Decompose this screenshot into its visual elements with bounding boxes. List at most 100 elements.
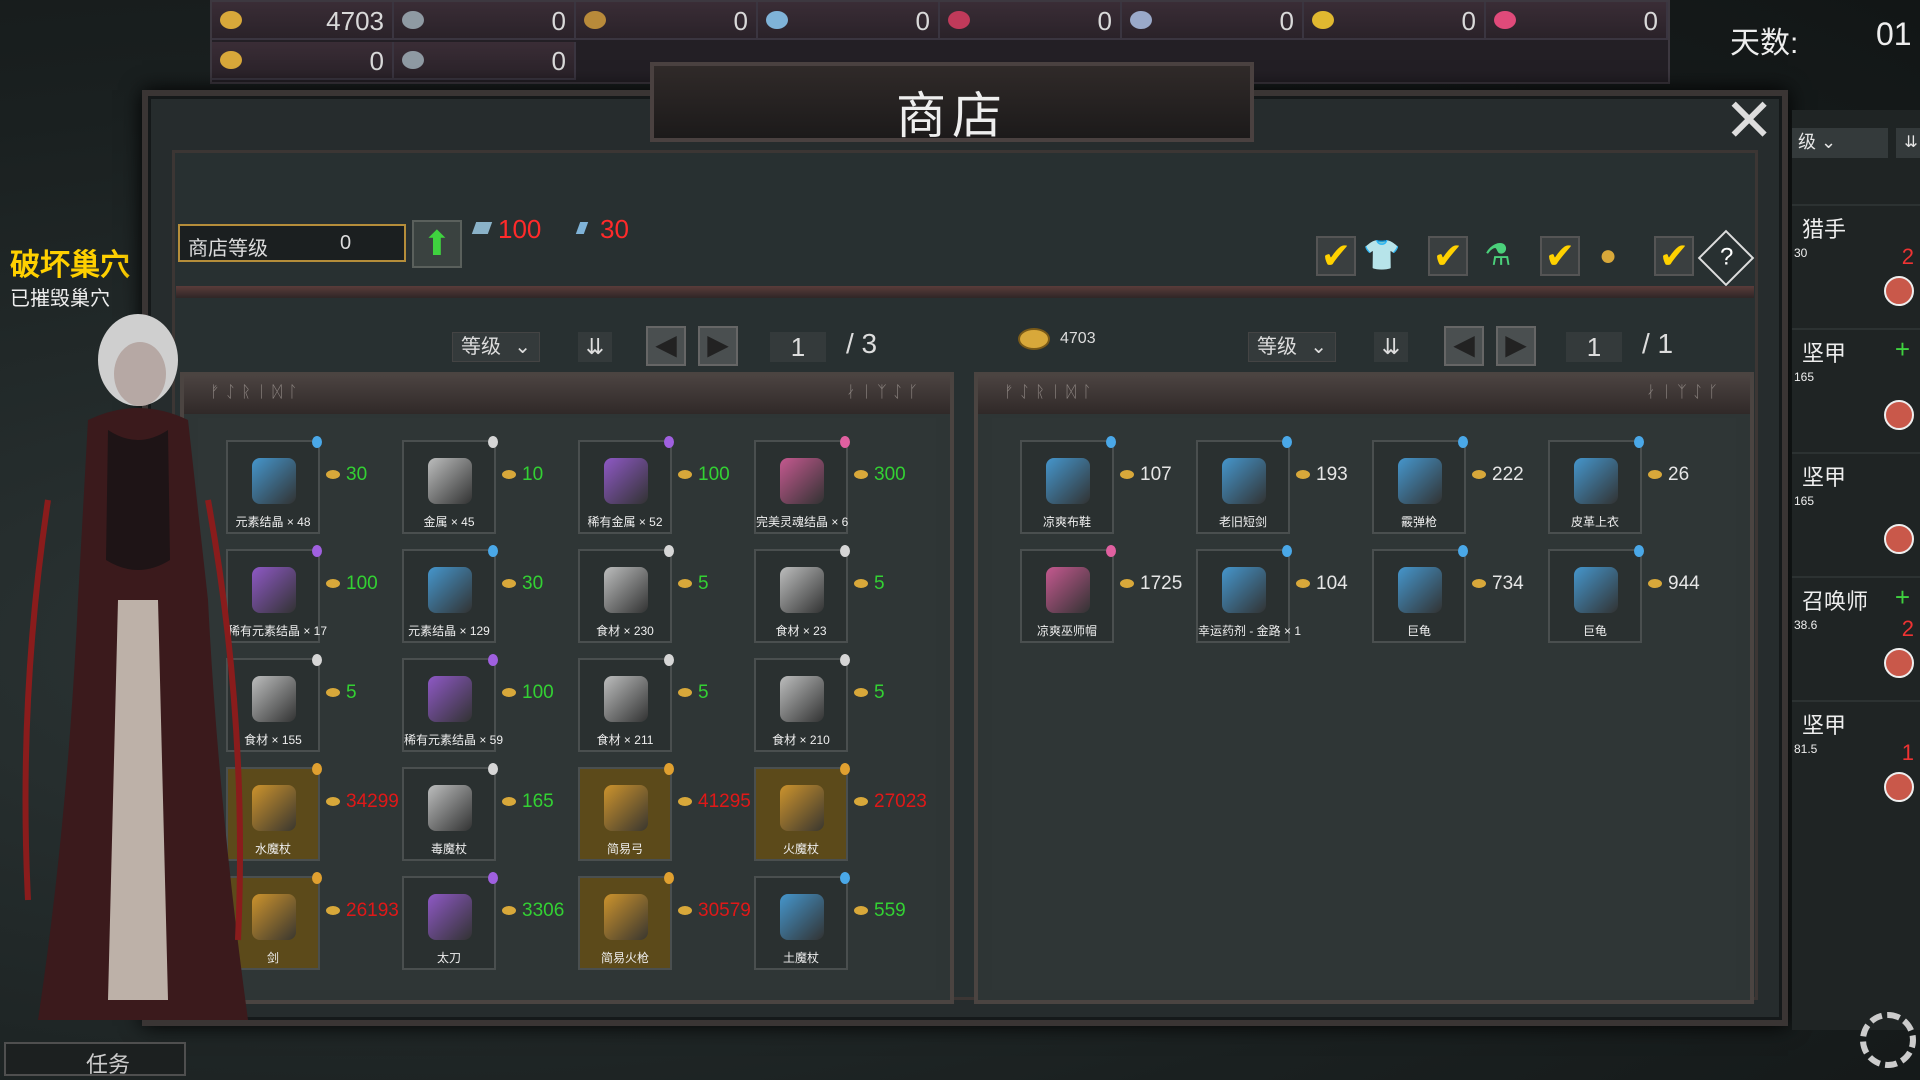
item-slot[interactable]: 火魔杖 bbox=[754, 763, 850, 861]
task-button[interactable]: 任务 bbox=[4, 1042, 186, 1077]
left-prev-page-button[interactable]: ◀ bbox=[646, 326, 686, 366]
element-crystal-icon bbox=[766, 11, 788, 29]
resource-slot: 0 bbox=[576, 2, 758, 40]
rune-decoration: ᛅᛁᛉᛇᚴ bbox=[845, 384, 924, 401]
portrait-icon bbox=[1884, 400, 1914, 430]
item-slot[interactable]: 老旧短剑 bbox=[1196, 436, 1292, 534]
sidebar-sort-order-button[interactable]: ⇊ bbox=[1896, 128, 1920, 158]
gold-coin-icon bbox=[854, 797, 868, 807]
item-icon bbox=[780, 458, 824, 504]
close-button[interactable]: ✕ bbox=[1724, 91, 1774, 151]
item-name: 食材 × 23 bbox=[775, 624, 827, 638]
item-price: 944 bbox=[1648, 573, 1700, 595]
gold-coin-icon: ● bbox=[1598, 239, 1618, 272]
right-next-page-button[interactable]: ▶ bbox=[1496, 326, 1536, 366]
item-slot[interactable]: 简易弓 bbox=[578, 763, 674, 861]
item-slot[interactable]: 凉爽布鞋 bbox=[1020, 436, 1116, 534]
item-price: 30579 bbox=[678, 900, 751, 922]
filter-material-toggle[interactable]: ✔ bbox=[1540, 236, 1580, 276]
resource-value: 0 bbox=[1097, 6, 1112, 36]
add-icon: + bbox=[1894, 334, 1910, 364]
item-slot[interactable]: 土魔杖 bbox=[754, 872, 850, 970]
item-name: 巨龟 bbox=[1582, 624, 1607, 638]
gold-coin-icon bbox=[1648, 579, 1662, 589]
item-icon bbox=[1046, 458, 1090, 504]
rarity-gem-icon bbox=[488, 436, 498, 448]
item-slot[interactable]: 简易火枪 bbox=[578, 872, 674, 970]
rarity-gem-icon bbox=[664, 872, 674, 884]
item-slot[interactable]: 毒魔杖 bbox=[402, 763, 498, 861]
right-sort-label: 等级 bbox=[1257, 336, 1297, 358]
panel-header: ᚠᛇᚱᛁᛞᛚ ᛅᛁᛉᛇᚴ bbox=[978, 376, 1750, 414]
item-price: 5 bbox=[854, 682, 885, 704]
left-sort-select[interactable]: 等级 ⌄ bbox=[452, 332, 540, 362]
sidebar-sort-select[interactable]: 级 ⌄ bbox=[1792, 128, 1888, 158]
rarity-gem-icon bbox=[488, 545, 498, 557]
item-slot[interactable]: 皮革上衣 bbox=[1548, 436, 1644, 534]
party-member-card[interactable]: 坚甲 165 + bbox=[1792, 328, 1920, 442]
item-price-value: 30579 bbox=[698, 900, 751, 921]
rarity-gem-icon bbox=[1282, 436, 1292, 448]
item-name: 火魔杖 bbox=[782, 842, 819, 856]
upgrade-cost-metal: 100 bbox=[498, 214, 542, 244]
item-price-value: 10 bbox=[522, 464, 544, 485]
food-icon bbox=[220, 51, 242, 69]
right-prev-page-button[interactable]: ◀ bbox=[1444, 326, 1484, 366]
item-icon bbox=[604, 567, 648, 613]
item-slot[interactable]: 稀有金属 × 52 bbox=[578, 436, 674, 534]
item-slot[interactable]: 元素结晶 × 129 bbox=[402, 545, 498, 643]
rarity-gem-icon bbox=[664, 654, 674, 666]
item-price-value: 30 bbox=[346, 464, 368, 485]
item-slot[interactable]: 食材 × 23 bbox=[754, 545, 850, 643]
item-slot[interactable]: 金属 × 45 bbox=[402, 436, 498, 534]
filter-potion-toggle[interactable]: ✔ bbox=[1428, 236, 1468, 276]
item-price-value: 104 bbox=[1316, 573, 1348, 594]
sidebar-sort-label: 级 bbox=[1798, 132, 1816, 152]
right-sort-order-button[interactable]: ⇊ bbox=[1374, 332, 1408, 362]
item-price: 165 bbox=[502, 791, 554, 813]
item-price-value: 165 bbox=[522, 791, 554, 812]
item-slot[interactable]: 霰弹枪 bbox=[1372, 436, 1468, 534]
item-slot[interactable]: 巨龟 bbox=[1372, 545, 1468, 643]
rarity-gem-icon bbox=[664, 763, 674, 775]
item-slot[interactable]: 食材 × 210 bbox=[754, 654, 850, 752]
gold-coin-icon bbox=[502, 688, 516, 698]
upgrade-button[interactable]: ⬆ bbox=[412, 220, 462, 268]
item-price: 107 bbox=[1120, 464, 1172, 486]
item-price: 100 bbox=[326, 573, 378, 595]
item-slot[interactable]: 稀有元素结晶 × 59 bbox=[402, 654, 503, 752]
shop-level-box: 商店等级 0 bbox=[178, 224, 406, 262]
left-next-page-button[interactable]: ▶ bbox=[698, 326, 738, 366]
member-level: 81.5 bbox=[1794, 742, 1818, 756]
item-icon bbox=[428, 567, 472, 613]
item-price-value: 34299 bbox=[346, 791, 399, 812]
filter-all-toggle[interactable]: ✔ bbox=[1654, 236, 1694, 276]
item-name: 毒魔杖 bbox=[430, 842, 467, 856]
filter-armor-toggle[interactable]: ✔ bbox=[1316, 236, 1356, 276]
item-slot[interactable]: 凉爽巫师帽 bbox=[1020, 545, 1116, 643]
gold-coin-icon bbox=[326, 797, 340, 807]
right-sort-select[interactable]: 等级 ⌄ bbox=[1248, 332, 1336, 362]
party-member-card[interactable]: 坚甲 165 bbox=[1792, 452, 1920, 566]
gold-coin-icon bbox=[1296, 579, 1310, 589]
item-name: 巨龟 bbox=[1406, 624, 1431, 638]
item-slot[interactable]: 食材 × 211 bbox=[578, 654, 674, 752]
party-member-card[interactable]: 猎手 30 2 bbox=[1792, 204, 1920, 318]
item-price-value: 26 bbox=[1668, 464, 1690, 485]
item-slot[interactable]: 食材 × 230 bbox=[578, 545, 674, 643]
left-sort-order-button[interactable]: ⇊ bbox=[578, 332, 612, 362]
item-slot[interactable]: 太刀 bbox=[402, 872, 498, 970]
item-icon bbox=[1046, 567, 1090, 613]
resource-value: 0 bbox=[915, 6, 930, 36]
party-member-card[interactable]: 坚甲 81.5 1 bbox=[1792, 700, 1920, 814]
item-price-value: 193 bbox=[1316, 464, 1348, 485]
item-slot[interactable]: 完美灵魂结晶 × 6 bbox=[754, 436, 850, 534]
party-member-card[interactable]: 召唤师 38.6 +2 bbox=[1792, 576, 1920, 690]
item-price: 26193 bbox=[326, 900, 399, 922]
item-slot[interactable]: 巨龟 bbox=[1548, 545, 1644, 643]
item-slot[interactable]: 幸运药剂 - 金路 × 1 bbox=[1196, 545, 1301, 643]
rune-decoration: ᛅᛁᛉᛇᚴ bbox=[1645, 384, 1724, 401]
item-name: 食材 × 211 bbox=[596, 733, 654, 747]
gear-icon[interactable] bbox=[1860, 1012, 1916, 1068]
chevron-down-icon: ⌄ bbox=[514, 336, 531, 358]
